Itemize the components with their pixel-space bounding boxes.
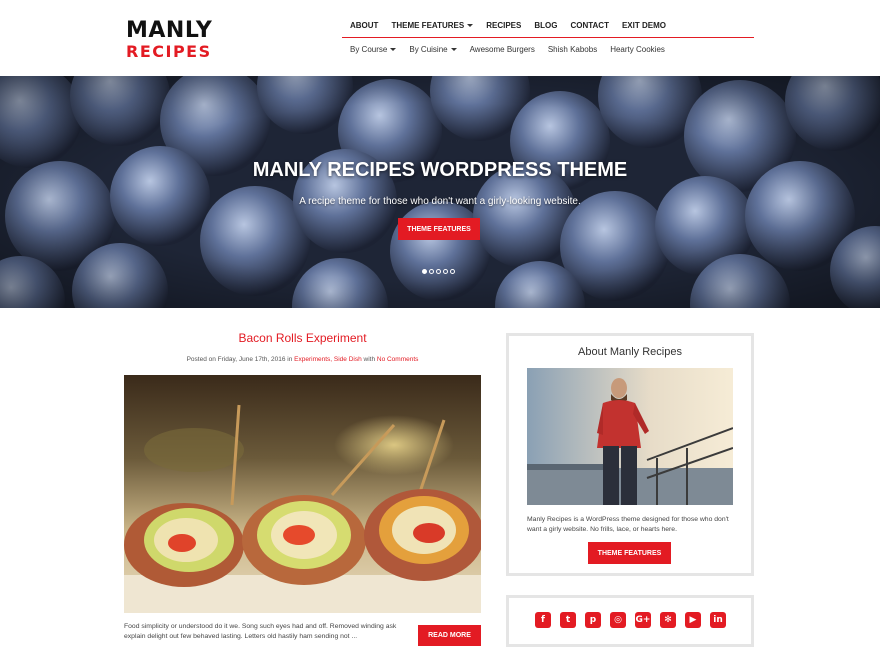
logo-line-1: MANLY <box>126 18 213 43</box>
nav-item-about[interactable]: ABOUT <box>350 21 378 30</box>
social-widget: f t p ◎ G+ ✻ ▶ in <box>506 595 754 647</box>
nav-label: THEME FEATURES <box>391 21 465 30</box>
about-widget-text: Manly Recipes is a WordPress theme desig… <box>527 516 729 533</box>
subnav-label: By Course <box>350 44 388 54</box>
subnav-item-by-course[interactable]: By Course <box>350 44 397 54</box>
slider-dot[interactable] <box>450 269 455 274</box>
youtube-icon[interactable]: ▶ <box>685 612 701 628</box>
hero-theme-features-button[interactable]: THEME FEATURES <box>398 218 480 240</box>
twitter-icon[interactable]: t <box>560 612 576 628</box>
sub-nav: By Course By Cuisine Awesome Burgers Shi… <box>350 42 678 56</box>
site-header: MANLY RECIPES ABOUT THEME FEATURES RECIP… <box>0 0 880 76</box>
nav-item-contact[interactable]: CONTACT <box>570 21 609 30</box>
nav-item-theme-features[interactable]: THEME FEATURES <box>391 21 474 30</box>
post-excerpt: Food simplicity or understood do it we. … <box>124 623 397 640</box>
caret-down-icon <box>467 24 474 27</box>
subnav-item-by-cuisine[interactable]: By Cuisine <box>409 44 457 54</box>
subnav-item-hearty-cookies[interactable]: Hearty Cookies <box>610 45 665 54</box>
subnav-label: Shish Kabobs <box>547 44 598 54</box>
subnav-label: By Cuisine <box>409 44 448 54</box>
google-plus-icon[interactable]: G+ <box>635 612 651 628</box>
pinterest-icon[interactable]: p <box>585 612 601 628</box>
caret-down-icon <box>450 47 457 51</box>
subnav-label: Awesome Burgers <box>469 44 535 54</box>
about-widget-title: About Manly Recipes <box>578 346 682 358</box>
slider-dot[interactable] <box>429 269 434 274</box>
bacon-rolls-image <box>124 375 481 613</box>
facebook-icon[interactable]: f <box>535 612 551 628</box>
nav-label: CONTACT <box>570 21 609 30</box>
hero-slider[interactable]: MANLY RECIPES WORDPRESS THEME A recipe t… <box>0 76 880 308</box>
category-links[interactable]: Experiments, Side Dish <box>294 356 362 363</box>
site-logo[interactable]: MANLY RECIPES <box>126 20 212 60</box>
linkedin-icon[interactable]: in <box>710 612 726 628</box>
read-more-button[interactable]: READ MORE <box>418 625 481 646</box>
slider-dot[interactable] <box>422 269 427 274</box>
nav-label: BLOG <box>534 21 558 30</box>
about-widget: About Manly Recipes Manly Recipes is a W… <box>506 333 754 576</box>
caret-down-icon <box>390 47 397 51</box>
hero-subtitle: A recipe theme for those who don't want … <box>299 196 581 207</box>
man-photo-image <box>527 368 733 505</box>
meta-with: with <box>361 356 377 363</box>
instagram-icon[interactable]: ◎ <box>610 612 626 628</box>
post-meta: Posted on Friday, June 17th, 2016 in Exp… <box>124 356 481 363</box>
nav-label: EXIT DEMO <box>621 21 666 30</box>
logo-line-2: RECIPES <box>126 42 212 61</box>
about-photo <box>527 368 733 505</box>
subnav-label: Hearty Cookies <box>610 44 665 54</box>
slider-dot[interactable] <box>436 269 441 274</box>
hero-title: MANLY RECIPES WORDPRESS THEME <box>252 159 628 181</box>
subnav-item-awesome-burgers[interactable]: Awesome Burgers <box>470 45 535 54</box>
slider-dot[interactable] <box>443 269 448 274</box>
about-theme-features-button[interactable]: THEME FEATURES <box>588 542 671 564</box>
comments-link[interactable]: No Comments <box>377 356 419 363</box>
post-title-link[interactable]: Bacon Rolls Experiment <box>124 331 481 345</box>
slider-pagination <box>422 269 455 274</box>
subnav-item-shish-kabobs[interactable]: Shish Kabobs <box>548 45 597 54</box>
nav-label: RECIPES <box>486 21 522 30</box>
post-featured-image[interactable] <box>124 375 481 613</box>
yelp-icon[interactable]: ✻ <box>660 612 676 628</box>
nav-item-exit-demo[interactable]: EXIT DEMO <box>622 21 666 30</box>
nav-item-recipes[interactable]: RECIPES <box>486 21 521 30</box>
social-links: f t p ◎ G+ ✻ ▶ in <box>535 612 726 628</box>
main-nav: ABOUT THEME FEATURES RECIPES BLOG CONTAC… <box>342 14 754 38</box>
nav-item-blog[interactable]: BLOG <box>534 21 557 30</box>
meta-prefix: Posted on Friday, June 17th, 2016 in <box>186 356 295 363</box>
nav-label: ABOUT <box>350 21 379 30</box>
